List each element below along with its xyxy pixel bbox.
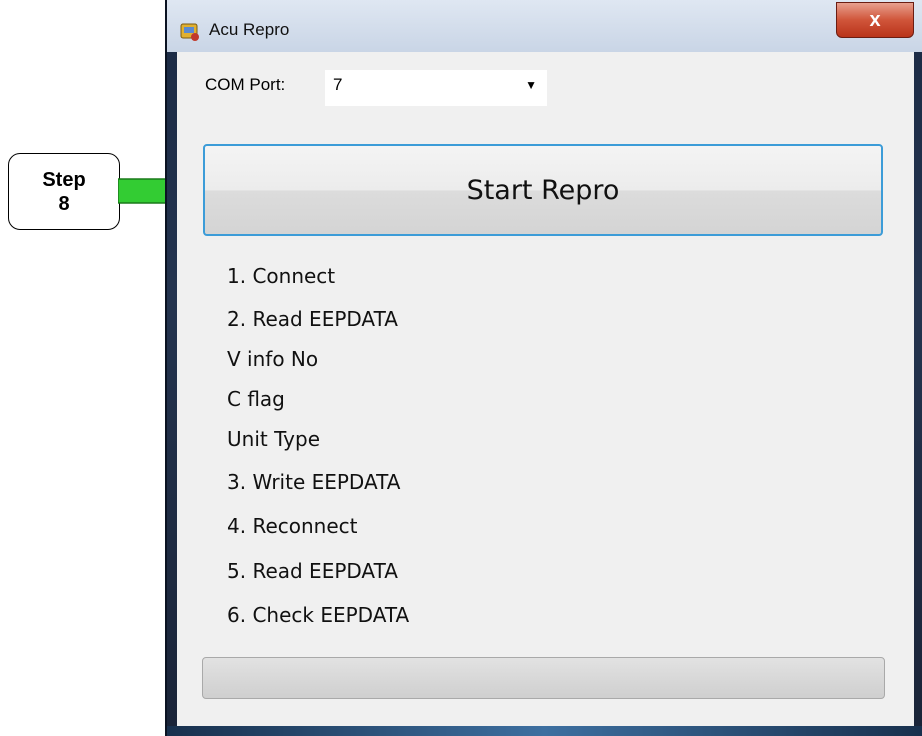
acu-repro-window: Acu Repro x COM Port: 7 ▼ Start Repro 1.… — [165, 0, 922, 736]
step-check-eepdata: 6. Check EEPDATA — [227, 603, 410, 627]
step-reconnect: 4. Reconnect — [227, 514, 358, 538]
close-icon: x — [869, 8, 881, 31]
com-port-select[interactable]: 7 ▼ — [325, 70, 547, 106]
step-callout: Step 8 — [8, 153, 120, 230]
start-repro-button[interactable]: Start Repro — [203, 144, 883, 236]
dropdown-arrow-icon: ▼ — [525, 78, 537, 92]
acu-repro-app-icon — [180, 23, 199, 41]
close-button[interactable]: x — [836, 2, 914, 38]
com-port-label: COM Port: — [205, 75, 286, 94]
step-v-info-no: V info No — [227, 347, 319, 371]
window-bottom-border — [167, 726, 922, 736]
step-read-eepdata-2: 5. Read EEPDATA — [227, 559, 398, 583]
step-callout-line1: Step — [42, 168, 86, 191]
step-c-flag: C flag — [227, 387, 285, 411]
step-read-eepdata: 2. Read EEPDATA — [227, 307, 398, 331]
client-area: COM Port: 7 ▼ Start Repro 1. Connect 2. … — [177, 52, 914, 726]
step-connect: 1. Connect — [227, 264, 336, 288]
window-title: Acu Repro — [209, 20, 290, 39]
step-unit-type: Unit Type — [227, 427, 321, 451]
com-port-value: 7 — [333, 75, 343, 94]
step-write-eepdata: 3. Write EEPDATA — [227, 470, 401, 494]
step-callout-line2: 8 — [58, 192, 70, 215]
progress-bar — [202, 657, 885, 699]
